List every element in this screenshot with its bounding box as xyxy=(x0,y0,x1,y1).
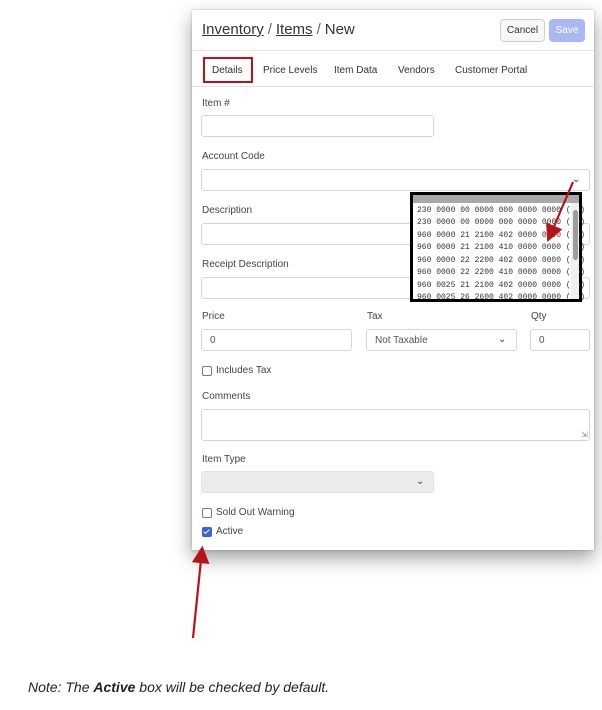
note-emphasis: Active xyxy=(93,679,136,695)
note-caption: Note: The Active box will be checked by … xyxy=(28,679,329,695)
dropdown-annotation-arrow xyxy=(546,181,575,243)
screenshot: Inventory / Items / New Cancel Save Details … xyxy=(0,0,602,710)
active-annotation-arrow xyxy=(191,545,210,639)
note-prefix: Note: The xyxy=(28,679,94,695)
annotation-arrows xyxy=(191,181,575,639)
note-suffix: box will be checked by default. xyxy=(135,679,330,695)
